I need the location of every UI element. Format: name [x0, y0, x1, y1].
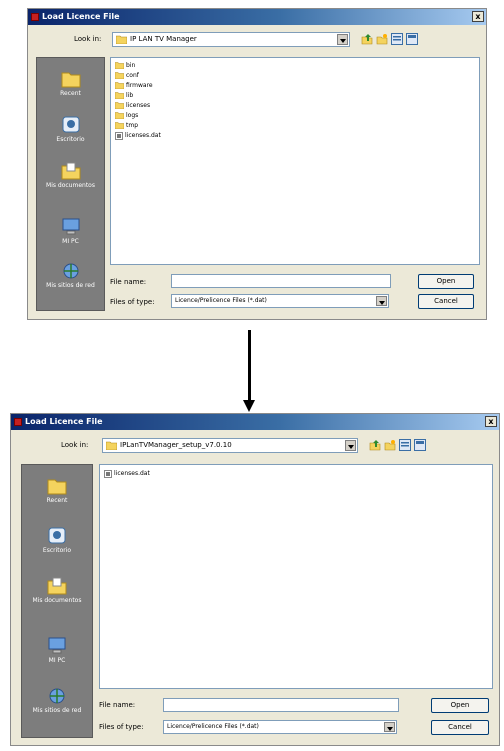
- folder-icon: [115, 112, 124, 119]
- file-name-input[interactable]: [171, 274, 391, 288]
- network-places-icon: [49, 688, 65, 704]
- place-my-documents[interactable]: Mis documentos: [37, 162, 104, 189]
- chevron-down-icon[interactable]: [345, 440, 356, 451]
- transition-arrow-shaft: [248, 330, 251, 400]
- load-licence-dialog-before: Load Licence File x Look in: IP LAN TV M…: [27, 8, 487, 320]
- folder-icon: [115, 62, 124, 69]
- up-one-level-icon[interactable]: [361, 33, 373, 45]
- list-item-tmp[interactable]: tmp: [115, 121, 138, 130]
- file-list[interactable]: licenses.dat: [99, 464, 493, 689]
- recent-folder-icon: [47, 479, 67, 495]
- look-in-combo[interactable]: IPLanTVManager_setup_v7.0.10: [102, 438, 358, 453]
- desktop-icon: [62, 116, 79, 133]
- look-in-label: Look in:: [74, 35, 102, 43]
- place-my-documents[interactable]: Mis documentos: [22, 577, 92, 604]
- folder-icon: [116, 35, 127, 44]
- open-button[interactable]: Open: [431, 698, 489, 713]
- load-licence-dialog-after: Load Licence File x Look in: IPLanTVMana…: [10, 413, 500, 746]
- place-my-computer[interactable]: MI PC: [37, 218, 104, 245]
- look-in-combo[interactable]: IP LAN TV Manager: [112, 32, 350, 47]
- list-view-icon[interactable]: [399, 439, 411, 451]
- files-of-type-combo[interactable]: Licence/Prelicence Files (*.dat): [163, 720, 397, 734]
- place-desktop[interactable]: Escritorio: [37, 116, 104, 143]
- details-view-icon[interactable]: [406, 33, 418, 45]
- chevron-down-icon[interactable]: [337, 34, 348, 45]
- file-list[interactable]: bin conf firmware lib licenses logs tmp …: [110, 57, 480, 265]
- look-in-label: Look in:: [61, 441, 89, 449]
- list-item-lib[interactable]: lib: [115, 91, 133, 100]
- list-item-licenses-dat[interactable]: licenses.dat: [115, 131, 161, 140]
- new-folder-icon[interactable]: [376, 33, 388, 45]
- network-places-icon: [63, 263, 78, 279]
- place-network[interactable]: Mis sitios de red: [22, 687, 92, 714]
- list-item-logs[interactable]: logs: [115, 111, 138, 120]
- place-my-computer[interactable]: MI PC: [22, 637, 92, 664]
- list-item-firmware[interactable]: firmware: [115, 81, 153, 90]
- open-button[interactable]: Open: [418, 274, 474, 289]
- places-bar: Recent Escritorio Mis documentos MI PC M…: [21, 464, 93, 738]
- folder-icon: [115, 72, 124, 79]
- dialog-title: Load Licence File: [42, 12, 120, 21]
- folder-icon: [115, 102, 124, 109]
- recent-folder-icon: [61, 72, 80, 88]
- file-name-label: File name:: [99, 701, 136, 709]
- chevron-down-icon[interactable]: [376, 296, 387, 306]
- close-button[interactable]: x: [485, 416, 497, 427]
- files-of-type-combo[interactable]: Licence/Prelicence Files (*.dat): [171, 294, 389, 308]
- desktop-icon: [48, 527, 66, 544]
- files-of-type-label: Files of type:: [99, 723, 144, 731]
- chevron-down-icon[interactable]: [384, 722, 395, 732]
- places-bar: Recent Escritorio Mis documentos MI PC M…: [36, 57, 105, 311]
- list-item-bin[interactable]: bin: [115, 61, 135, 70]
- my-documents-icon: [61, 162, 80, 180]
- place-network[interactable]: Mis sitios de red: [37, 262, 104, 289]
- folder-icon: [115, 82, 124, 89]
- dialog-title: Load Licence File: [25, 417, 103, 426]
- my-computer-icon: [62, 218, 79, 235]
- file-name-input[interactable]: [163, 698, 399, 712]
- place-desktop[interactable]: Escritorio: [22, 527, 92, 554]
- title-bar[interactable]: Load Licence File x: [11, 414, 499, 430]
- cancel-button[interactable]: Cancel: [418, 294, 474, 309]
- list-item-conf[interactable]: conf: [115, 71, 139, 80]
- file-name-label: File name:: [110, 278, 147, 286]
- up-one-level-icon[interactable]: [369, 439, 381, 451]
- folder-icon: [106, 441, 117, 450]
- app-icon: [14, 418, 22, 426]
- new-folder-icon[interactable]: [384, 439, 396, 451]
- down-arrow-icon: [243, 400, 255, 412]
- place-recent[interactable]: Recent: [22, 477, 92, 504]
- place-recent[interactable]: Recent: [37, 70, 104, 97]
- details-view-icon[interactable]: [414, 439, 426, 451]
- list-view-icon[interactable]: [391, 33, 403, 45]
- list-item-licenses-dat[interactable]: licenses.dat: [104, 469, 150, 478]
- files-of-type-label: Files of type:: [110, 298, 155, 306]
- folder-icon: [115, 122, 124, 129]
- close-button[interactable]: x: [472, 11, 484, 22]
- my-computer-icon: [48, 637, 66, 654]
- title-bar[interactable]: Load Licence File x: [28, 9, 486, 25]
- file-icon: [115, 131, 123, 140]
- file-icon: [104, 469, 112, 478]
- list-item-licenses[interactable]: licenses: [115, 101, 150, 110]
- look-in-value: IPLanTVManager_setup_v7.0.10: [120, 441, 232, 449]
- app-icon: [31, 13, 39, 21]
- folder-icon: [115, 92, 124, 99]
- my-documents-icon: [47, 577, 67, 595]
- cancel-button[interactable]: Cancel: [431, 720, 489, 735]
- look-in-value: IP LAN TV Manager: [130, 35, 197, 43]
